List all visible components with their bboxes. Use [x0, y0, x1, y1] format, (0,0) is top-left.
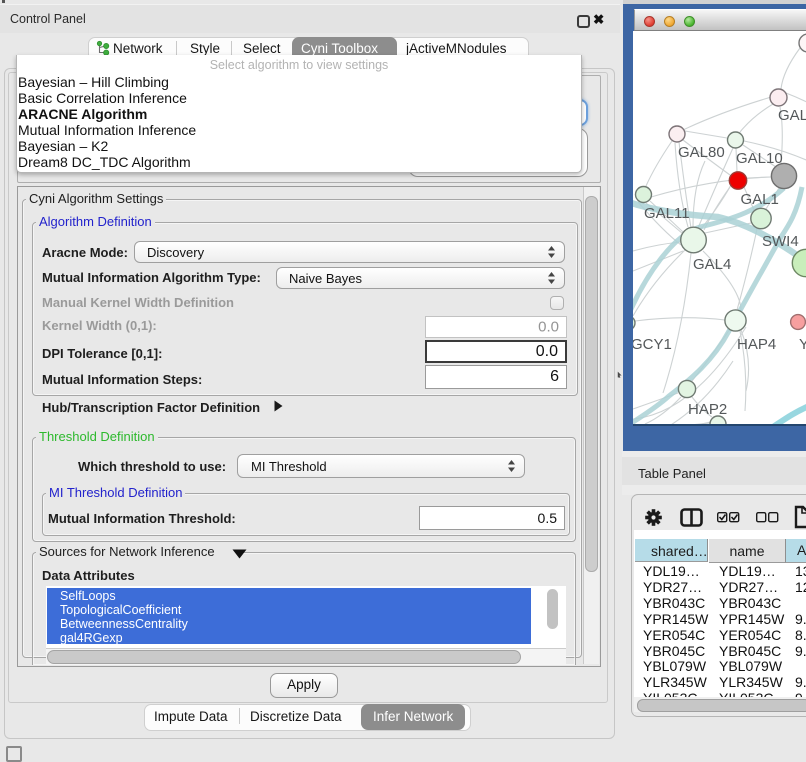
svg-text:GAL1: GAL1: [741, 191, 779, 208]
svg-text:GAL7: GAL7: [778, 107, 806, 124]
svg-text:GAL80: GAL80: [678, 144, 725, 161]
svg-text:GAL4: GAL4: [693, 256, 731, 273]
svg-text:GCY1: GCY1: [633, 336, 672, 353]
svg-text:SWI4: SWI4: [762, 233, 799, 250]
svg-text:HAP4: HAP4: [737, 336, 776, 353]
svg-text:GAL11: GAL11: [644, 205, 690, 222]
svg-text:HAP2: HAP2: [688, 401, 727, 418]
svg-text:GAL10: GAL10: [736, 150, 783, 167]
svg-text:Y: Y: [799, 336, 806, 353]
